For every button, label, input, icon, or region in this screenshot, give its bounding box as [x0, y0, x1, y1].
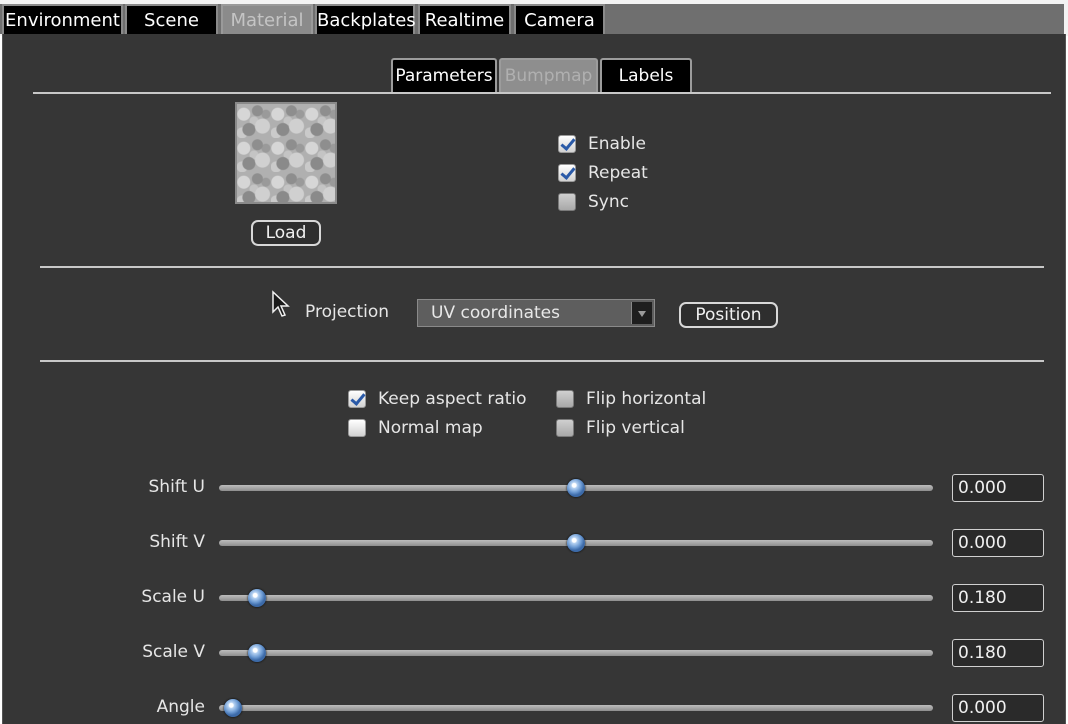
shift-v-slider[interactable] — [219, 534, 933, 552]
tab-realtime[interactable]: Realtime — [418, 4, 511, 34]
normal-map-checkbox[interactable] — [348, 419, 366, 437]
scale-u-label: Scale U — [141, 587, 205, 607]
scale-u-value-field[interactable]: 0.180 — [952, 584, 1044, 612]
tab-scene[interactable]: Scene — [125, 4, 218, 34]
flip-vertical-checkbox[interactable] — [556, 419, 574, 437]
sync-checkbox[interactable] — [558, 193, 576, 211]
material-panel — [2, 34, 1066, 724]
normal-map-label: Normal map — [378, 418, 483, 438]
scale-u-slider[interactable] — [219, 589, 933, 607]
angle-label: Angle — [156, 697, 205, 717]
tab-material[interactable]: Material — [221, 4, 313, 34]
flip-vertical-label: Flip vertical — [586, 418, 685, 438]
bumpmap-texture-preview — [235, 102, 337, 204]
sync-option[interactable]: Sync — [558, 191, 629, 213]
flip-horizontal-checkbox[interactable] — [556, 390, 574, 408]
projection-select[interactable]: UV coordinates — [417, 299, 655, 327]
tab-environment[interactable]: Environment — [2, 4, 123, 34]
top-tab-bar: Environment Scene Material Backplates Re… — [0, 0, 1068, 36]
keep-aspect-ratio-label: Keep aspect ratio — [378, 389, 527, 409]
mouse-pointer-icon — [272, 290, 290, 317]
keep-aspect-ratio-option[interactable]: Keep aspect ratio — [348, 388, 527, 410]
shift-v-slider-knob[interactable] — [567, 534, 585, 552]
load-button[interactable]: Load — [251, 220, 321, 246]
chevron-down-icon[interactable] — [631, 302, 652, 324]
projection-value: UV coordinates — [431, 303, 561, 323]
repeat-option[interactable]: Repeat — [558, 162, 648, 184]
flip-horizontal-label: Flip horizontal — [586, 389, 707, 409]
section-divider-2 — [40, 360, 1044, 362]
shift-v-value-field[interactable]: 0.000 — [952, 529, 1044, 557]
tab-parameters[interactable]: Parameters — [391, 58, 497, 92]
shift-u-slider-knob[interactable] — [567, 479, 585, 497]
flip-vertical-option[interactable]: Flip vertical — [556, 417, 685, 439]
tab-camera[interactable]: Camera — [514, 4, 605, 34]
shift-u-label: Shift U — [148, 477, 206, 497]
position-button[interactable]: Position — [679, 302, 778, 328]
tab-bumpmap[interactable]: Bumpmap — [499, 58, 598, 92]
tab-labels[interactable]: Labels — [600, 58, 692, 92]
shift-u-slider[interactable] — [219, 479, 933, 497]
tab-backplates[interactable]: Backplates — [315, 4, 416, 34]
angle-slider[interactable] — [219, 699, 933, 717]
enable-label: Enable — [588, 134, 646, 154]
section-divider-1 — [40, 266, 1044, 268]
scale-v-value-field[interactable]: 0.180 — [952, 639, 1044, 667]
enable-checkbox[interactable] — [558, 135, 576, 153]
subtab-divider — [33, 92, 1051, 94]
flip-horizontal-option[interactable]: Flip horizontal — [556, 388, 706, 410]
scale-v-slider-knob[interactable] — [247, 644, 266, 662]
enable-option[interactable]: Enable — [558, 133, 646, 155]
repeat-checkbox[interactable] — [558, 164, 576, 182]
scale-v-label: Scale V — [142, 642, 205, 662]
scale-v-slider[interactable] — [219, 644, 933, 662]
projection-label: Projection — [305, 302, 390, 322]
keep-aspect-ratio-checkbox[interactable] — [348, 390, 366, 408]
shift-u-value-field[interactable]: 0.000 — [952, 474, 1044, 502]
sync-label: Sync — [588, 192, 629, 212]
shift-v-label: Shift V — [149, 532, 205, 552]
repeat-label: Repeat — [588, 163, 648, 183]
scale-u-slider-knob[interactable] — [247, 589, 266, 607]
normal-map-option[interactable]: Normal map — [348, 417, 483, 439]
